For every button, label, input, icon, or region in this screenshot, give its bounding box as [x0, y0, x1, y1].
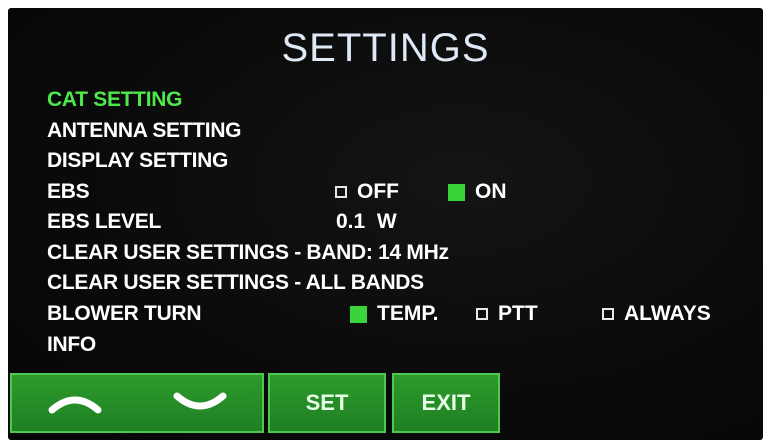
- down-button[interactable]: [137, 392, 262, 414]
- blower-always-option[interactable]: ALWAYS: [602, 302, 711, 326]
- menu-item-cat-setting[interactable]: CAT SETTING: [47, 88, 182, 112]
- ebs-level-unit: W: [376, 210, 397, 233]
- menu-item-clear-band[interactable]: CLEAR USER SETTINGS - BAND: 14 MHz: [47, 241, 449, 265]
- menu-item-ebs-level[interactable]: EBS LEVEL: [47, 210, 161, 234]
- up-button[interactable]: [12, 392, 137, 414]
- menu-item-clear-all-bands[interactable]: CLEAR USER SETTINGS - ALL BANDS: [47, 271, 424, 295]
- blower-temp-label: TEMP.: [377, 302, 439, 325]
- menu-item-display-setting[interactable]: DISPLAY SETTING: [47, 149, 228, 173]
- ebs-off-option[interactable]: OFF: [335, 180, 399, 204]
- menu-item-blower-turn[interactable]: BLOWER TURN: [47, 302, 201, 326]
- settings-screen: SETTINGS CAT SETTING ANTENNA SETTING DIS…: [8, 8, 763, 440]
- ebs-level-value: 0.1 W: [336, 210, 397, 234]
- blower-ptt-option[interactable]: PTT: [476, 302, 538, 326]
- exit-button[interactable]: EXIT: [392, 373, 500, 433]
- page-title: SETTINGS: [281, 26, 490, 70]
- ebs-off-checkbox[interactable]: [335, 186, 347, 198]
- up-down-button-group: [10, 373, 264, 433]
- set-button[interactable]: SET: [268, 373, 386, 433]
- blower-always-checkbox[interactable]: [602, 308, 614, 320]
- menu-item-ebs[interactable]: EBS: [47, 180, 90, 204]
- ebs-off-label: OFF: [357, 180, 399, 203]
- blower-temp-option[interactable]: TEMP.: [350, 302, 438, 326]
- blower-always-label: ALWAYS: [624, 302, 711, 325]
- ebs-on-checkbox[interactable]: [448, 183, 465, 201]
- menu-item-antenna-setting[interactable]: ANTENNA SETTING: [47, 119, 242, 143]
- chevron-up-icon: [48, 392, 102, 414]
- blower-temp-checkbox[interactable]: [350, 305, 367, 323]
- ebs-on-label: ON: [475, 180, 507, 203]
- ebs-level-number: 0.1: [336, 210, 366, 233]
- ebs-on-option[interactable]: ON: [448, 180, 507, 204]
- blower-ptt-checkbox[interactable]: [476, 308, 488, 320]
- chevron-down-icon: [173, 392, 227, 414]
- menu-item-info[interactable]: INFO: [47, 333, 96, 357]
- blower-ptt-label: PTT: [498, 302, 538, 325]
